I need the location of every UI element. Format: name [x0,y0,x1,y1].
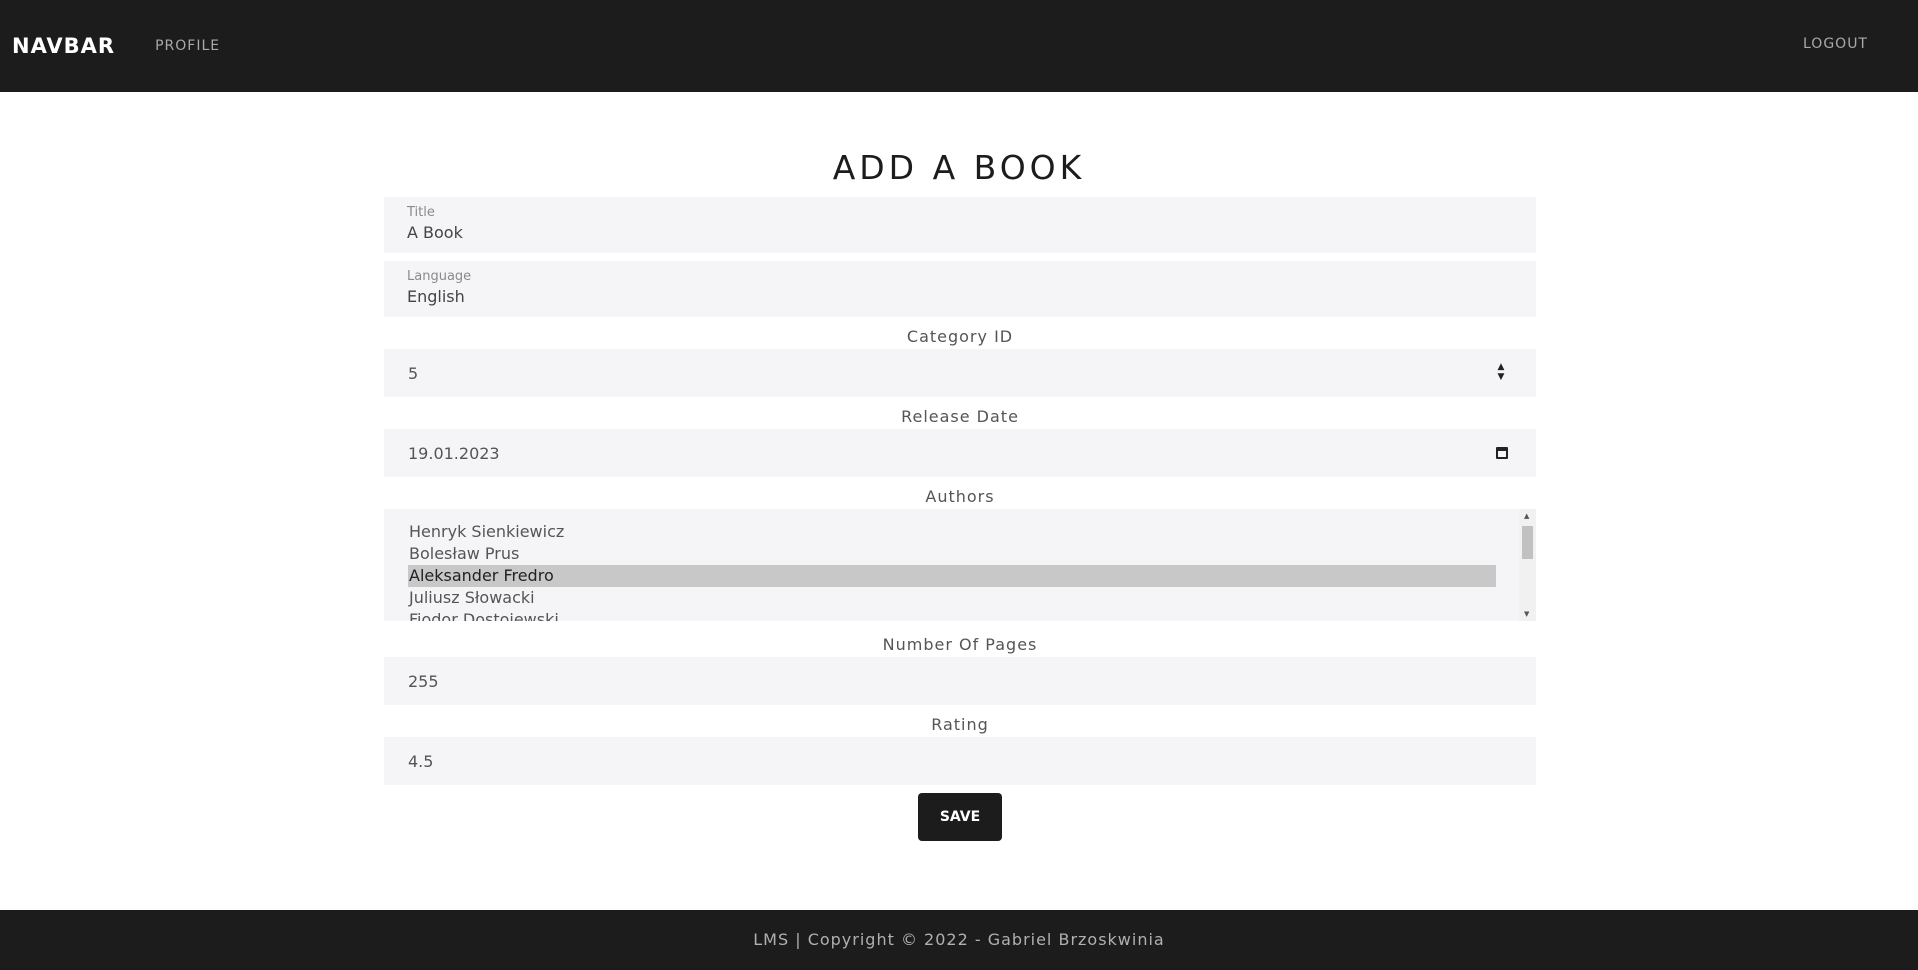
author-option[interactable]: Fiodor Dostojewski [408,609,1496,621]
page-title: ADD A BOOK [832,148,1086,187]
release-date-input[interactable]: 19.01.2023 [384,429,1536,477]
spinner-down-icon[interactable]: ▼ [1498,372,1505,382]
rating-label: Rating [931,715,989,734]
authors-scrollbar[interactable]: ▲ ▼ [1519,509,1536,621]
category-id-input[interactable]: 5 ▲ ▼ [384,349,1536,397]
nav-link-profile[interactable]: PROFILE [155,38,220,54]
footer: LMS | Copyright © 2022 - Gabriel Brzoskw… [0,910,1918,970]
release-date-label: Release Date [901,407,1019,426]
title-field-value[interactable]: A Book [407,223,1513,242]
add-book-form: Title A Book Language English Category I… [384,197,1536,841]
authors-label: Authors [925,487,995,506]
language-field-label: Language [407,269,472,284]
number-of-pages-label: Number Of Pages [882,635,1038,654]
save-button[interactable]: SAVE [918,793,1002,841]
author-option[interactable]: Henryk Sienkiewicz [408,521,1496,543]
spinner-icon[interactable]: ▲ ▼ [1496,362,1506,382]
scroll-up-arrow-icon[interactable]: ▲ [1524,512,1529,520]
scrollbar-thumb[interactable] [1522,526,1533,559]
authors-list: Henryk Sienkiewicz Bolesław Prus Aleksan… [408,521,1496,621]
number-of-pages-input[interactable]: 255 [384,657,1536,705]
save-wrap: SAVE [384,793,1536,841]
language-field[interactable]: Language English [384,261,1536,317]
rating-input[interactable]: 4.5 [384,737,1536,785]
navbar: NAVBAR PROFILE LOGOUT [0,0,1918,92]
author-option-selected[interactable]: Aleksander Fredro [408,565,1496,587]
calendar-icon[interactable] [1496,447,1508,459]
nav-link-logout[interactable]: LOGOUT [1803,36,1868,52]
rating-value: 4.5 [408,751,434,771]
category-id-value: 5 [408,363,419,383]
title-field-label: Title [407,205,435,220]
scroll-down-arrow-icon[interactable]: ▼ [1524,610,1529,618]
author-option[interactable]: Juliusz Słowacki [408,587,1496,609]
navbar-brand[interactable]: NAVBAR [12,34,115,58]
number-of-pages-value: 255 [408,671,439,691]
release-date-value: 19.01.2023 [408,443,500,463]
title-field[interactable]: Title A Book [384,197,1536,253]
author-option[interactable]: Bolesław Prus [408,543,1496,565]
authors-select[interactable]: Henryk Sienkiewicz Bolesław Prus Aleksan… [384,509,1536,621]
spinner-up-icon[interactable]: ▲ [1498,362,1505,372]
language-field-value[interactable]: English [407,287,1513,306]
category-id-label: Category ID [906,327,1014,346]
